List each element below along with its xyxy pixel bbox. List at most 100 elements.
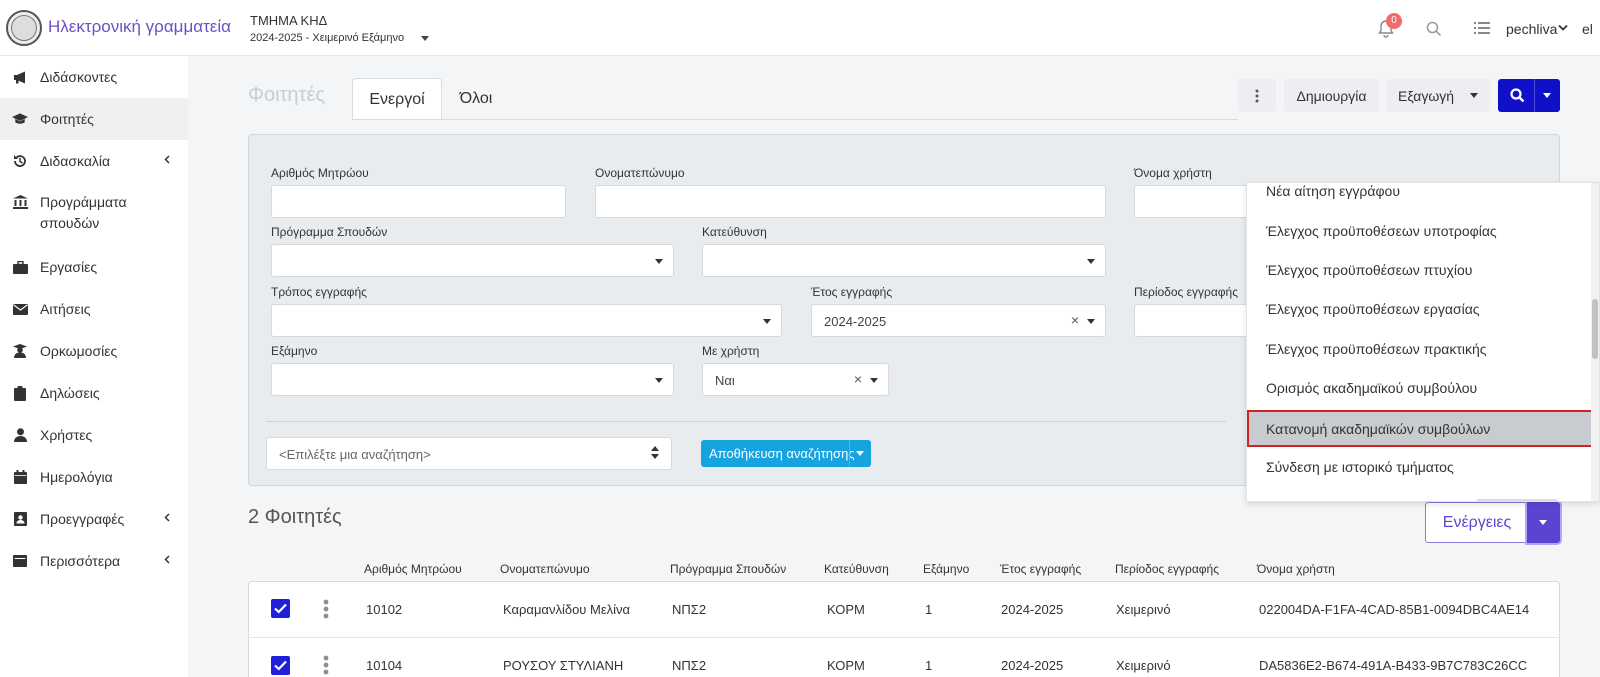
sidebar-item-study-programs[interactable]: Προγράμματα σπουδών <box>0 182 188 246</box>
user-icon <box>12 427 28 443</box>
direction-select[interactable] <box>702 244 1106 277</box>
clear-icon[interactable]: × <box>1071 312 1079 328</box>
saved-search-select[interactable]: <Επιλέξτε μια αναζήτηση> <box>266 437 672 470</box>
direction-label: Κατεύθυνση <box>702 225 767 239</box>
menu-item-check-internship[interactable]: Έλεγχος προϋποθέσεων πρακτικής <box>1247 331 1593 367</box>
menu-item-check-thesis[interactable]: Έλεγχος προϋποθέσεων εργασίας <box>1247 291 1593 327</box>
chevron-down-icon[interactable] <box>1558 24 1568 32</box>
notification-count-badge[interactable]: 0 <box>1386 13 1402 29</box>
menu-item-new-document-request[interactable]: Νέα αίτηση εγγράφου <box>1247 183 1593 209</box>
sort-updown-icon <box>651 446 659 459</box>
sidebar-item-label: Προγράμματα σπουδών <box>40 194 127 231</box>
column-header-full-name[interactable]: Ονοματεπώνυμο <box>500 562 590 576</box>
menu-item-check-degree[interactable]: Έλεγχος προϋποθέσεων πτυχίου <box>1247 252 1593 288</box>
study-program-select[interactable] <box>271 244 674 277</box>
column-header-direction[interactable]: Κατεύθυνση <box>824 562 889 576</box>
caret-down-icon <box>870 378 878 383</box>
sidebar-item-users[interactable]: Χρήστες <box>0 414 188 456</box>
list-icon[interactable] <box>1474 22 1490 34</box>
caret-down-icon[interactable] <box>856 451 864 456</box>
sidebar-item-label: Διδασκαλία <box>40 153 111 169</box>
more-options-button[interactable] <box>1238 79 1276 112</box>
row-kebab-icon[interactable] <box>323 599 329 619</box>
row-kebab-icon[interactable] <box>323 655 329 675</box>
actions-dropdown-toggle[interactable] <box>1527 502 1560 543</box>
sidebar-item-graduations[interactable]: Ορκωμοσίες <box>0 330 188 372</box>
column-header-study-program[interactable]: Πρόγραμμα Σπουδών <box>670 562 786 576</box>
address-book-icon <box>12 511 28 527</box>
cell-semester: 1 <box>925 602 933 617</box>
menu-item-link-department-history[interactable]: Σύνδεση με ιστορικό τμήματος <box>1247 449 1593 485</box>
graduation-cap-icon <box>12 111 28 127</box>
registration-type-select[interactable] <box>271 304 782 337</box>
tab-active-students[interactable]: Ενεργοί <box>352 78 442 120</box>
menu-item-check-scholarship[interactable]: Έλεγχος προϋποθέσεων υποτροφίας <box>1247 213 1593 249</box>
column-header-registration-year[interactable]: Έτος εγγραφής <box>1000 562 1081 576</box>
department-name[interactable]: ΤΜΗΜΑ ΚΗΔ <box>250 13 327 28</box>
semester-label: Εξάμηνο <box>271 344 318 358</box>
row-divider <box>248 637 1560 638</box>
semester-select[interactable] <box>271 363 674 396</box>
cell-username: 022004DA-F1FA-4CAD-85B1-0094DBC4AE14 <box>1259 602 1530 617</box>
sidebar-item-assignments[interactable]: Εργασίες <box>0 246 188 288</box>
sidebar-item-students[interactable]: Φοιτητές <box>0 98 188 140</box>
university-logo[interactable] <box>6 10 42 46</box>
cell-full-name[interactable]: ΡΟΥΣΟΥ ΣΤΥΛΙΑΝΗ <box>503 658 623 673</box>
menu-scrollbar[interactable] <box>1591 183 1599 501</box>
sidebar-item-declarations[interactable]: Δηλώσεις <box>0 372 188 414</box>
tab-all-students[interactable]: Όλοι <box>446 78 506 120</box>
column-header-registration-period[interactable]: Περίοδος εγγραφής <box>1115 562 1219 576</box>
caret-down-icon[interactable] <box>1543 93 1551 98</box>
sidebar-item-teaching[interactable]: Διδασκαλία <box>0 140 188 182</box>
cell-study-program: ΝΠΣ2 <box>672 658 707 673</box>
save-search-button[interactable]: Αποθήκευση αναζήτησης <box>701 440 871 467</box>
page-title: Φοιτητές <box>248 84 326 106</box>
registration-year-label: Έτος εγγραφής <box>811 285 893 299</box>
user-menu-name[interactable]: pechliva <box>1506 21 1557 37</box>
sidebar-item-requests[interactable]: Αιτήσεις <box>0 288 188 330</box>
column-header-student-number[interactable]: Αριθμός Μητρώου <box>364 562 462 576</box>
sidebar-item-more[interactable]: Περισσότερα <box>0 540 188 582</box>
cell-full-name[interactable]: Καραμανλίδου Μελίνα <box>503 602 630 617</box>
cell-username: DA5836E2-B674-491A-B433-9B7C783C26CC <box>1259 658 1528 673</box>
column-header-semester[interactable]: Εξάμηνο <box>923 562 969 576</box>
registration-period-select[interactable] <box>1134 304 1254 337</box>
sidebar-item-calendars[interactable]: Ημερολόγια <box>0 456 188 498</box>
chevron-left-icon <box>164 513 170 522</box>
full-name-field[interactable] <box>595 185 1106 218</box>
sidebar-item-label: Αιτήσεις <box>40 301 91 317</box>
username-field[interactable] <box>1134 185 1254 218</box>
search-icon[interactable] <box>1426 21 1442 37</box>
institution-icon <box>12 194 28 210</box>
actions-label: Ενέργειες <box>1442 513 1512 531</box>
academic-period[interactable]: 2024-2025 - Χειμερινό Εξάμηνο <box>250 32 404 44</box>
cell-semester: 1 <box>925 658 933 673</box>
search-button[interactable] <box>1498 79 1560 112</box>
menu-item-distribute-advisors[interactable]: Κατανομή ακαδημαϊκών συμβούλων <box>1247 410 1593 447</box>
menu-item-assign-advisor[interactable]: Ορισμός ακαδημαϊκού συμβούλου <box>1247 370 1593 406</box>
sidebar-item-instructors[interactable]: Διδάσκοντες <box>0 56 188 98</box>
registration-year-select[interactable]: 2024-2025 × <box>811 304 1106 337</box>
column-header-username[interactable]: Όνομα χρήστη <box>1257 562 1335 576</box>
cell-registration-period: Χειμερινό <box>1116 602 1171 617</box>
department-dropdown-caret-icon[interactable] <box>421 36 429 41</box>
has-user-select[interactable]: Ναι × <box>702 363 889 396</box>
row-checkbox[interactable] <box>271 599 290 618</box>
sidebar: Διδάσκοντες Φοιτητές Διδασκαλία Προγράμμ… <box>0 56 188 677</box>
save-search-label: Αποθήκευση αναζήτησης <box>709 446 855 461</box>
envelope-icon <box>12 301 28 317</box>
export-button[interactable]: Εξαγωγή <box>1386 79 1490 112</box>
caret-down-icon <box>1087 259 1095 264</box>
create-button[interactable]: Δημιουργία <box>1284 79 1379 112</box>
row-checkbox[interactable] <box>271 656 290 675</box>
kebab-icon <box>1255 89 1259 102</box>
cell-student-number: 10104 <box>366 658 403 673</box>
clear-icon[interactable]: × <box>854 371 862 387</box>
cell-student-number: 10102 <box>366 602 403 617</box>
language-switch[interactable]: el <box>1582 21 1593 37</box>
app-title[interactable]: Ηλεκτρονική γραμματεία <box>48 17 231 37</box>
menu-scroll-thumb[interactable] <box>1592 299 1598 359</box>
sidebar-item-preregistrations[interactable]: Προεγγραφές <box>0 498 188 540</box>
student-number-field[interactable] <box>271 185 566 218</box>
cell-direction: ΚΟΡΜ <box>827 602 865 617</box>
